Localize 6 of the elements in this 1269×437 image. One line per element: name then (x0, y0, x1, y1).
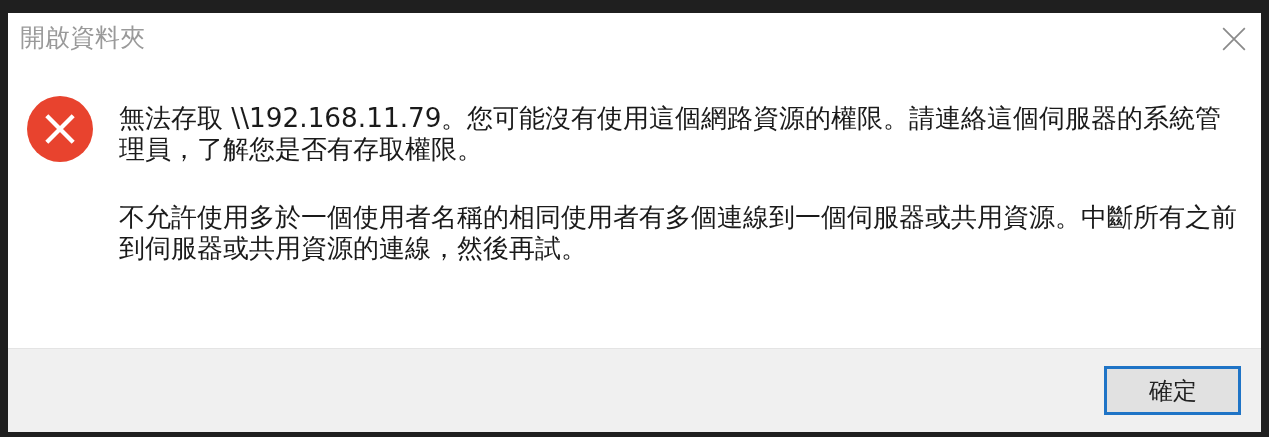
ok-button[interactable]: 確定 (1104, 366, 1241, 415)
window-title: 開啟資料夾 (20, 21, 145, 54)
error-message: 無法存取 \\192.168.11.79。您可能沒有使用這個網路資源的權限。請連絡這個伺服器的系統管理員，了解您是否有存取權限。 (119, 103, 1223, 165)
error-message: 不允許使用多於一個使用者名稱的相同使用者有多個連線到一個伺服器或共用資源。中斷所有之前到伺服器或共用資源的連線，然後再試。 (119, 202, 1238, 264)
close-icon[interactable] (1221, 26, 1247, 52)
error-icon (27, 96, 93, 162)
